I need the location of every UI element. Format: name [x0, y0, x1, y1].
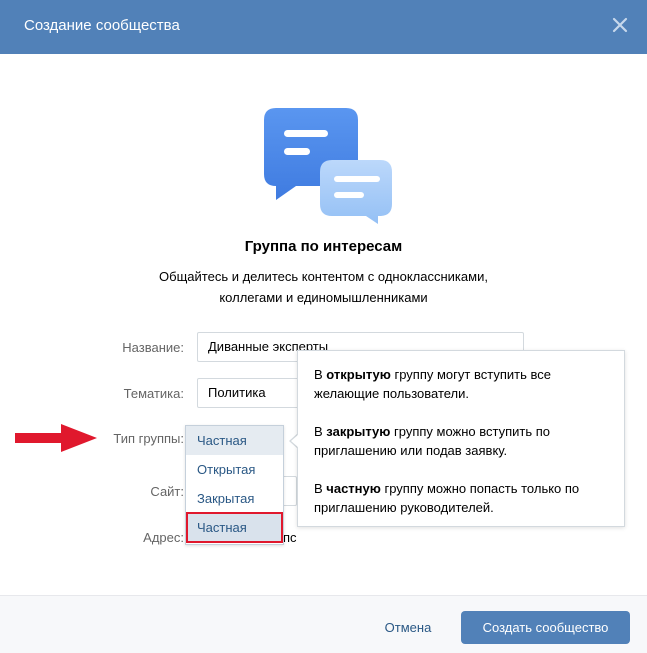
red-arrow-pointer: [15, 424, 97, 452]
tooltip-closed-paragraph: В закрытую группу можно вступить по приг…: [314, 424, 551, 458]
group-type-label: Тип группы:: [113, 431, 184, 446]
tooltip-private-paragraph: В частную группу можно попасть только по…: [314, 481, 580, 515]
group-type-title: Группа по интересам: [244, 238, 403, 255]
tooltip-open-paragraph: В открытую группу могут вступить все жел…: [314, 367, 551, 401]
chat-bubbles-illustration: [264, 108, 392, 224]
description-line-1: Общайтесь и делитесь контентом с однокла…: [159, 269, 488, 284]
group-type-dropdown[interactable]: Частная Открытая Закрытая Частная: [185, 425, 284, 545]
group-type-tooltip: В открытую группу могут вступить все жел…: [297, 350, 625, 527]
tooltip-tail-inner: [291, 434, 299, 448]
dropdown-option-private[interactable]: Частная: [186, 513, 283, 542]
dropdown-current-value[interactable]: Частная: [186, 426, 283, 455]
group-type-description: Общайтесь и делитесь контентом с однокла…: [120, 266, 527, 308]
address-label: Адрес:: [143, 530, 184, 545]
topic-label: Тематика:: [123, 386, 184, 401]
close-icon[interactable]: [609, 14, 631, 36]
create-community-button[interactable]: Создать сообщество: [461, 611, 630, 644]
dropdown-option-open[interactable]: Открытая: [186, 455, 283, 484]
modal-header: Создание сообщества: [0, 0, 647, 54]
description-line-2: коллегами и единомышленниками: [219, 290, 428, 305]
name-label: Название:: [122, 340, 184, 355]
modal-footer: Отмена Создать сообщество: [0, 595, 647, 653]
modal-title: Создание сообщества: [24, 17, 180, 34]
dropdown-option-closed[interactable]: Закрытая: [186, 484, 283, 513]
site-label: Сайт:: [150, 484, 184, 499]
address-value[interactable]: пс: [283, 530, 297, 545]
cancel-button[interactable]: Отмена: [372, 614, 444, 642]
